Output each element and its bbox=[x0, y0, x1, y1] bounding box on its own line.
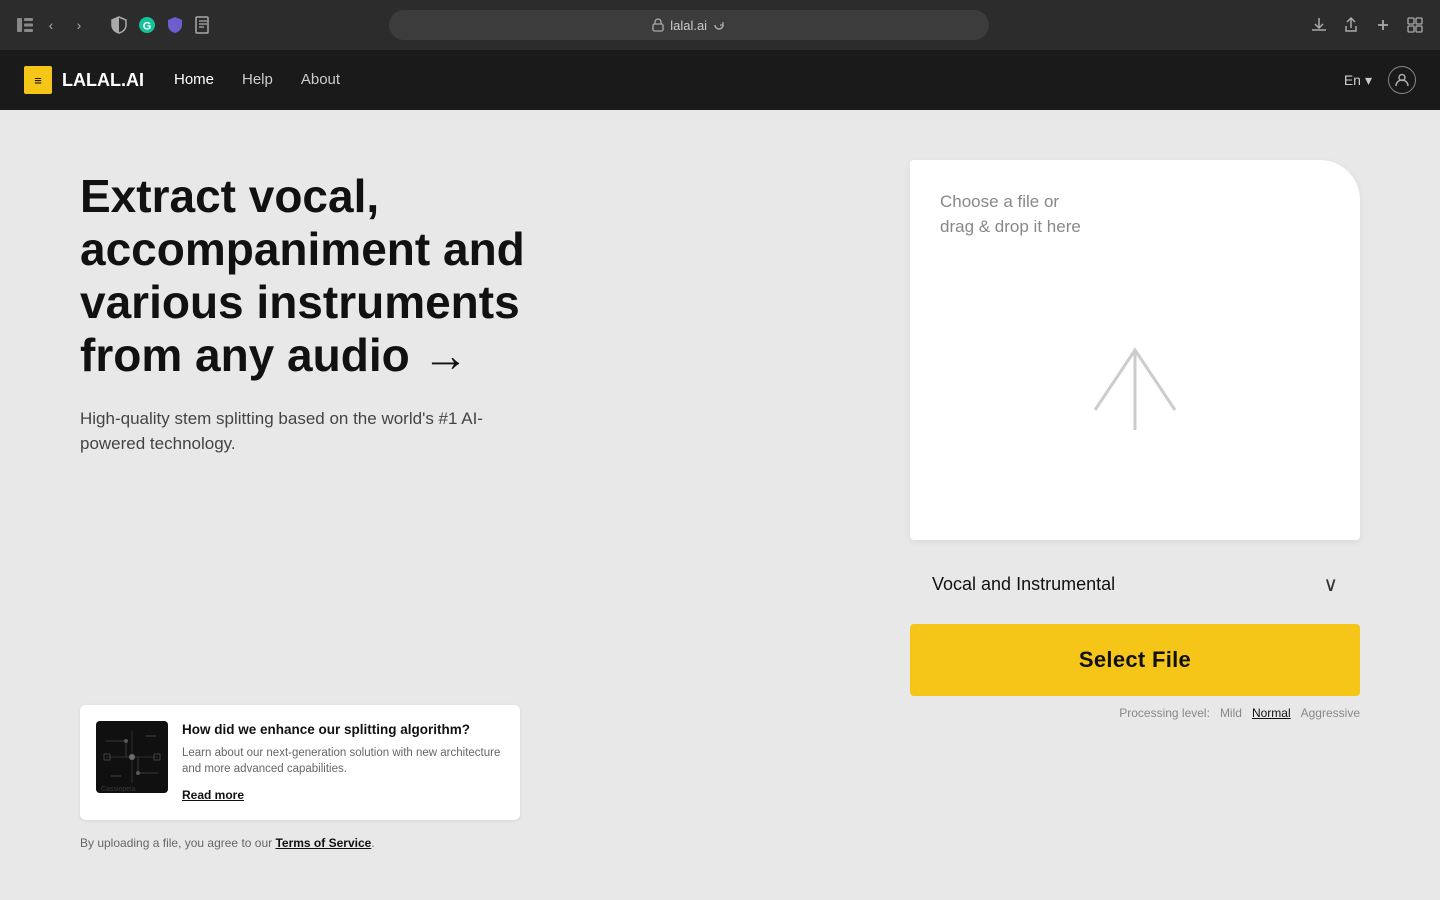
nav-right: En ▾ bbox=[1344, 66, 1416, 94]
lock-icon bbox=[652, 18, 664, 32]
language-selector[interactable]: En ▾ bbox=[1344, 72, 1372, 89]
svg-text:G: G bbox=[143, 21, 152, 33]
lang-text: En bbox=[1344, 72, 1361, 88]
lang-chevron-icon: ▾ bbox=[1365, 72, 1372, 89]
stem-dropdown-label: Vocal and Instrumental bbox=[932, 574, 1115, 595]
chevron-down-icon: ∨ bbox=[1323, 572, 1338, 597]
news-text: How did we enhance our splitting algorit… bbox=[182, 721, 504, 804]
processing-level-label: Processing level: bbox=[1119, 706, 1210, 720]
news-read-more-link[interactable]: Read more bbox=[182, 788, 244, 802]
processing-level-mild[interactable]: Mild bbox=[1220, 706, 1242, 720]
news-card: Cassiopeia How did we enhance our splitt… bbox=[80, 705, 520, 820]
reload-icon[interactable] bbox=[713, 19, 725, 31]
browser-back-button[interactable]: ‹ bbox=[40, 14, 62, 36]
terms-prefix: By uploading a file, you agree to our bbox=[80, 836, 275, 850]
browser-controls: ‹ › bbox=[16, 14, 90, 36]
nav-link-home[interactable]: Home bbox=[174, 71, 214, 88]
upload-drop-area[interactable]: Choose a file or drag & drop it here bbox=[910, 160, 1360, 540]
grid-button[interactable] bbox=[1406, 16, 1424, 34]
user-icon[interactable] bbox=[1388, 66, 1416, 94]
nav-links: Home Help About bbox=[174, 71, 340, 89]
news-body: Learn about our next-generation solution… bbox=[182, 745, 504, 778]
processing-level-normal[interactable]: Normal bbox=[1252, 706, 1291, 720]
hero-title: Extract vocal, accompaniment and various… bbox=[80, 170, 600, 382]
upload-prompt-line1: Choose a file or bbox=[940, 192, 1059, 211]
circuit-pattern-image: Cassiopeia bbox=[96, 721, 168, 793]
hero-subtitle: High-quality stem splitting based on the… bbox=[80, 406, 500, 457]
select-file-button[interactable]: Select File bbox=[910, 624, 1360, 696]
app-nav: ≡ LALAL.AI Home Help About En ▾ bbox=[0, 50, 1440, 110]
upload-area-top: Choose a file or drag & drop it here bbox=[940, 190, 1330, 269]
shield-extension-icon bbox=[166, 16, 184, 34]
logo-icon: ≡ bbox=[24, 66, 52, 94]
main-content: Extract vocal, accompaniment and various… bbox=[0, 110, 1440, 900]
nav-link-about[interactable]: About bbox=[301, 71, 340, 88]
browser-forward-button[interactable]: › bbox=[68, 14, 90, 36]
terms-suffix: . bbox=[371, 836, 374, 850]
sidebar-toggle-button[interactable] bbox=[16, 16, 34, 34]
svg-text:Cassiopeia: Cassiopeia bbox=[101, 786, 136, 793]
upload-prompt-line2: drag & drop it here bbox=[940, 217, 1081, 236]
new-tab-button[interactable] bbox=[1374, 16, 1392, 34]
nav-item-help[interactable]: Help bbox=[242, 71, 273, 89]
processing-level: Processing level: Mild Normal Aggressive bbox=[910, 706, 1360, 720]
browser-chrome: ‹ › G lalal.ai bbox=[0, 0, 1440, 50]
terms-of-service-link[interactable]: Terms of Service bbox=[275, 836, 371, 850]
left-side: Extract vocal, accompaniment and various… bbox=[80, 160, 850, 850]
grammarly-icon: G bbox=[138, 16, 156, 34]
news-thumbnail: Cassiopeia bbox=[96, 721, 168, 793]
document-icon bbox=[194, 16, 212, 34]
upload-widget: Choose a file or drag & drop it here Voc… bbox=[910, 160, 1360, 850]
url-text: lalal.ai bbox=[670, 18, 707, 33]
shield-half-icon bbox=[110, 16, 128, 34]
address-bar-wrapper: lalal.ai bbox=[389, 10, 989, 40]
upload-icon-area bbox=[940, 269, 1330, 510]
terms-text: By uploading a file, you agree to our Te… bbox=[80, 836, 850, 850]
nav-item-home[interactable]: Home bbox=[174, 71, 214, 89]
extension-icons: G bbox=[110, 16, 212, 34]
upload-arrow-icon bbox=[1065, 315, 1205, 455]
share-button[interactable] bbox=[1342, 16, 1360, 34]
address-bar[interactable]: lalal.ai bbox=[389, 10, 989, 40]
stem-type-dropdown[interactable]: Vocal and Instrumental ∨ bbox=[910, 552, 1360, 616]
processing-level-aggressive[interactable]: Aggressive bbox=[1301, 706, 1360, 720]
app-logo[interactable]: ≡ LALAL.AI bbox=[24, 66, 144, 94]
logo-text: LALAL.AI bbox=[62, 70, 144, 91]
nav-item-about[interactable]: About bbox=[301, 71, 340, 89]
download-button[interactable] bbox=[1310, 16, 1328, 34]
upload-prompt: Choose a file or drag & drop it here bbox=[940, 190, 1081, 239]
browser-actions bbox=[1310, 16, 1424, 34]
news-title: How did we enhance our splitting algorit… bbox=[182, 721, 504, 739]
nav-link-help[interactable]: Help bbox=[242, 71, 273, 88]
